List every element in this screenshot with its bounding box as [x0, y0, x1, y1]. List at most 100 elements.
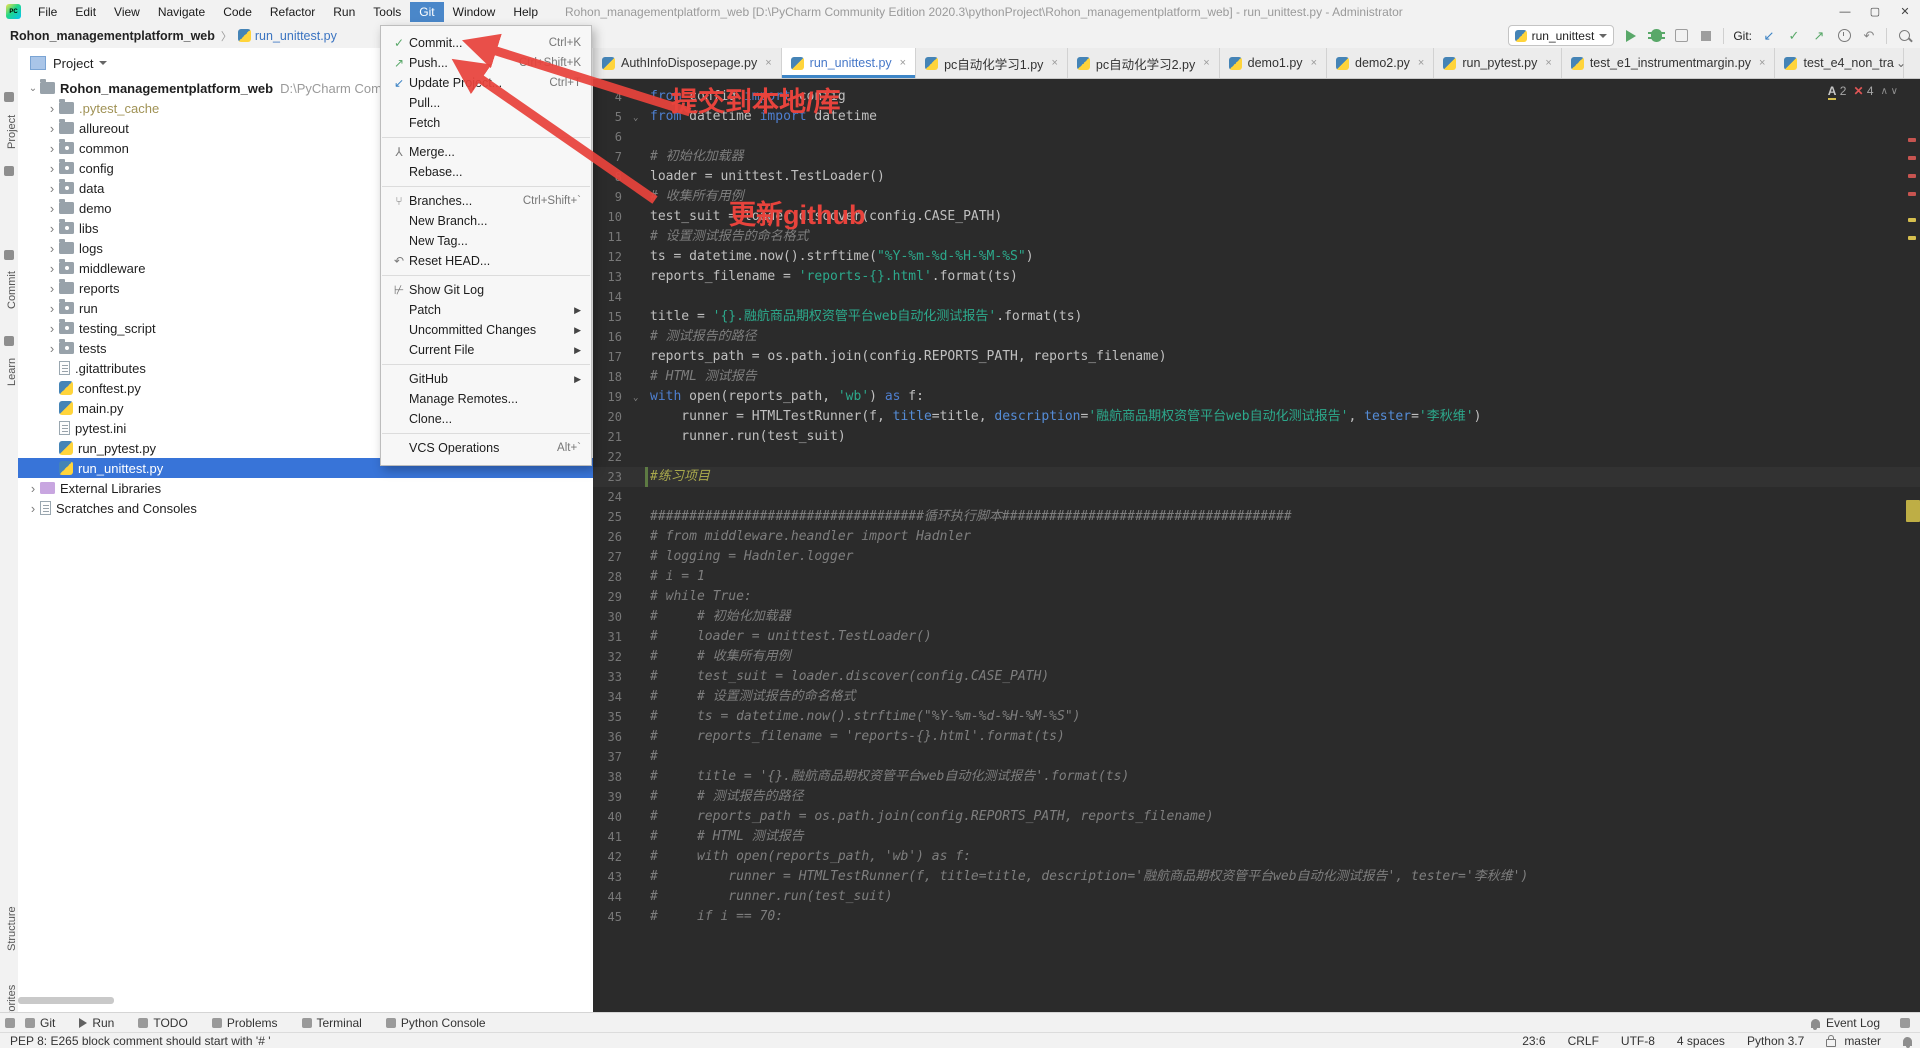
tool-stripe-project[interactable]: Project	[0, 106, 18, 158]
status-git-branch[interactable]: master	[1844, 1034, 1881, 1048]
git-menu-item-rebase-[interactable]: Rebase...	[381, 162, 591, 182]
tree-chevron-icon[interactable]: ›	[45, 161, 59, 176]
debug-button[interactable]	[1647, 28, 1665, 44]
tree-chevron-icon[interactable]: ⌄	[26, 83, 40, 94]
git-menu-item-pull-[interactable]: Pull...	[381, 93, 591, 113]
tree-chevron-icon[interactable]: ›	[26, 481, 40, 496]
status-file-encoding[interactable]: UTF-8	[1621, 1034, 1655, 1048]
horizontal-scrollbar[interactable]	[18, 997, 114, 1004]
tab-close-icon[interactable]: ×	[1545, 57, 1551, 69]
menubar-item-code[interactable]: Code	[214, 2, 261, 22]
git-menu-item-update-project-[interactable]: ↙ Update Project... Ctrl+T	[381, 73, 591, 93]
git-menu-item-push-[interactable]: ↗ Push... Ctrl+Shift+K	[381, 53, 591, 73]
tool-stripe-event-log[interactable]: Event Log	[1826, 1016, 1880, 1030]
tree-chevron-icon[interactable]: ›	[45, 321, 59, 336]
menubar-item-refactor[interactable]: Refactor	[261, 2, 324, 22]
search-everywhere-icon[interactable]	[1896, 28, 1912, 44]
git-menu-item-merge-[interactable]: ⅄ Merge...	[381, 142, 591, 162]
tab-close-icon[interactable]: ×	[900, 57, 906, 69]
lock-icon[interactable]	[1826, 1035, 1837, 1047]
tree-chevron-icon[interactable]: ›	[45, 341, 59, 356]
editor-tab-demo2-py[interactable]: demo2.py ×	[1327, 48, 1435, 78]
coverage-button[interactable]	[1673, 28, 1689, 44]
bookmarks-icon[interactable]	[4, 166, 14, 176]
editor-tab-pc-1-py[interactable]: pc自动化学习1.py ×	[916, 48, 1068, 78]
tool-stripe-todo[interactable]: TODO	[138, 1016, 188, 1030]
toolwindow-toggle-icon[interactable]	[5, 1018, 15, 1028]
tree-chevron-icon[interactable]: ›	[45, 281, 59, 296]
status-indent-style[interactable]: 4 spaces	[1677, 1034, 1725, 1048]
minimize-button[interactable]: —	[1830, 0, 1860, 23]
editor-scrollbar[interactable]	[1906, 78, 1920, 1012]
git-menu-item-current-file[interactable]: Current File ▶	[381, 340, 591, 360]
tool-stripe-learn[interactable]: Learn	[0, 350, 18, 394]
git-menu-item-patch[interactable]: Patch ▶	[381, 300, 591, 320]
hidden-tabs-chevron-icon[interactable]: ⌄	[1896, 56, 1906, 70]
tab-close-icon[interactable]: ×	[1759, 57, 1765, 69]
git-menu-item-github[interactable]: GitHub ▶	[381, 369, 591, 389]
commit-icon[interactable]: ✓	[1786, 28, 1802, 44]
stop-button[interactable]	[1698, 28, 1714, 44]
layout-icon[interactable]	[1900, 1018, 1910, 1028]
tool-stripe-structure[interactable]: Structure	[0, 898, 18, 960]
tree-chevron-icon[interactable]: ›	[26, 501, 40, 516]
status-line-endings[interactable]: CRLF	[1568, 1034, 1599, 1048]
tree-chevron-icon[interactable]: ›	[45, 221, 59, 236]
tab-close-icon[interactable]: ×	[765, 57, 771, 69]
editor-tab-run-pytest-py[interactable]: run_pytest.py ×	[1434, 48, 1562, 78]
git-menu-item-uncommitted-changes[interactable]: Uncommitted Changes ▶	[381, 320, 591, 340]
menubar-item-navigate[interactable]: Navigate	[149, 2, 214, 22]
maximize-button[interactable]: ▢	[1860, 0, 1890, 23]
menubar-item-window[interactable]: Window	[444, 2, 505, 22]
update-project-icon[interactable]: ↙	[1761, 28, 1777, 44]
fold-icon[interactable]: ⌄	[633, 108, 638, 128]
run-configuration-select[interactable]: run_unittest	[1507, 25, 1615, 46]
status-caret-position[interactable]: 23:6	[1522, 1034, 1545, 1048]
tool-stripe-terminal[interactable]: Terminal	[301, 1016, 362, 1030]
tree-chevron-icon[interactable]: ›	[45, 121, 59, 136]
git-menu-item-vcs-operations[interactable]: VCS Operations Alt+`	[381, 438, 591, 458]
git-menu-item-new-branch-[interactable]: New Branch...	[381, 211, 591, 231]
tab-close-icon[interactable]: ×	[1203, 57, 1209, 69]
editor-tab-test-e1-instrumentmargin-py[interactable]: test_e1_instrumentmargin.py ×	[1561, 48, 1776, 78]
git-menu-item-branches-[interactable]: ⑂ Branches... Ctrl+Shift+`	[381, 191, 591, 211]
close-button[interactable]: ✕	[1890, 0, 1920, 23]
menubar-item-edit[interactable]: Edit	[66, 2, 105, 22]
notifications-bell-icon[interactable]	[1903, 1036, 1912, 1048]
git-menu-item-commit-[interactable]: ✓ Commit... Ctrl+K	[381, 33, 591, 53]
history-icon[interactable]	[1836, 28, 1852, 44]
editor-tab-pc-2-py[interactable]: pc自动化学习2.py ×	[1067, 48, 1220, 78]
menubar-item-run[interactable]: Run	[324, 2, 364, 22]
git-menu-item-clone-[interactable]: Clone...	[381, 409, 591, 429]
menubar-item-git[interactable]: Git	[410, 1, 444, 22]
tool-stripe-run[interactable]: Run	[79, 1016, 114, 1030]
status-python-interpreter[interactable]: Python 3.7	[1747, 1034, 1804, 1048]
tree-chevron-icon[interactable]: ›	[45, 101, 59, 116]
tool-stripe-git[interactable]: Git	[25, 1016, 55, 1030]
editor-tab-test-e4-non-tra[interactable]: test_e4_non_tra	[1775, 48, 1904, 78]
tree-item-scratches-and-consoles[interactable]: › Scratches and Consoles	[18, 498, 593, 518]
git-menu-item-new-tag-[interactable]: New Tag...	[381, 231, 591, 251]
fold-icon[interactable]: ⌄	[633, 388, 638, 408]
tab-close-icon[interactable]: ×	[1051, 57, 1057, 69]
tree-chevron-icon[interactable]: ›	[45, 301, 59, 316]
tree-item-external-libraries[interactable]: › External Libraries	[18, 478, 593, 498]
git-menu-item-manage-remotes-[interactable]: Manage Remotes...	[381, 389, 591, 409]
menubar-item-help[interactable]: Help	[504, 2, 547, 22]
tree-chevron-icon[interactable]: ›	[45, 261, 59, 276]
tool-stripe-problems[interactable]: Problems	[211, 1016, 278, 1030]
editor-tab-demo1-py[interactable]: demo1.py ×	[1219, 48, 1327, 78]
tree-chevron-icon[interactable]: ›	[45, 181, 59, 196]
push-icon[interactable]: ↗	[1811, 28, 1827, 44]
project-toolwindow-icon[interactable]	[4, 92, 14, 102]
rollback-icon[interactable]: ↶	[1861, 28, 1877, 44]
git-menu-item-fetch[interactable]: Fetch	[381, 113, 591, 133]
breadcrumb-file[interactable]: run_unittest.py	[255, 29, 337, 43]
git-menu-item-reset-head-[interactable]: ↶ Reset HEAD...	[381, 251, 591, 271]
tree-chevron-icon[interactable]: ›	[45, 241, 59, 256]
git-menu-item-show-git-log[interactable]: ⊬ Show Git Log	[381, 280, 591, 300]
tree-chevron-icon[interactable]: ›	[45, 201, 59, 216]
learn-icon[interactable]	[4, 336, 14, 346]
editor-tab-run-unittest-py[interactable]: run_unittest.py ×	[781, 48, 917, 78]
run-button[interactable]	[1623, 28, 1639, 44]
